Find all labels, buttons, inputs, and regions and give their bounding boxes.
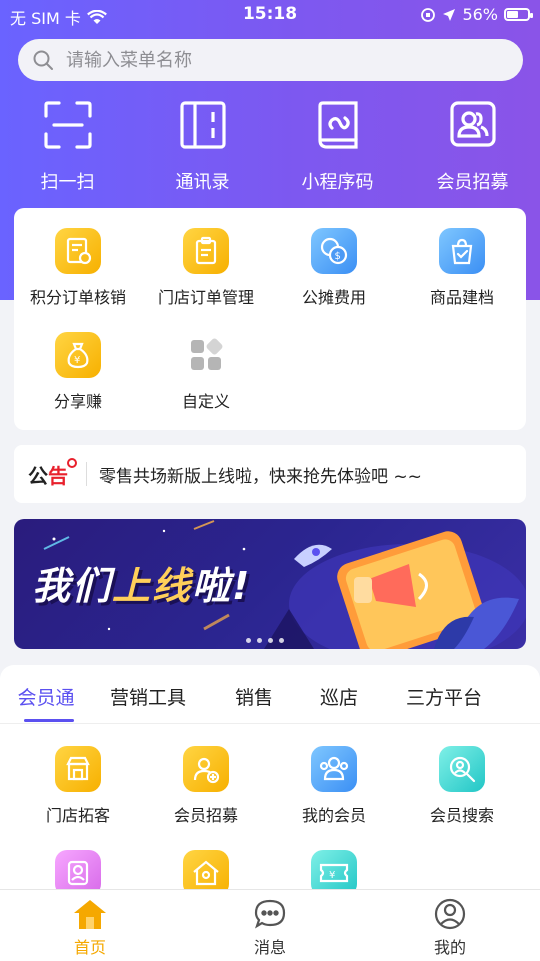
feature-tabs: 会员通 营销工具 销售 巡店 三方平台 — [0, 665, 540, 724]
search-bar[interactable] — [18, 39, 523, 81]
announcement-bar[interactable]: 公告 零售共场新版上线啦，快来抢先体验吧 ~~ — [14, 445, 526, 503]
quick-menu-panel: 积分订单核销 门店订单管理 $ 公摊费用 商品建档 ¥ 分享赚 自定义 — [14, 208, 526, 430]
tab-third-party[interactable]: 三方平台 — [374, 665, 514, 723]
tab-home-label: 首页 — [73, 938, 106, 957]
banner-pagination[interactable] — [246, 638, 284, 643]
battery-icon — [504, 8, 533, 21]
promo-banner[interactable]: 我们上线啦! — [14, 519, 526, 649]
feature-tabs-section: 会员通 营销工具 销售 巡店 三方平台 门店拓客 会员招募 我的会员 会员搜索 … — [0, 665, 540, 896]
bottom-tab-bar: 首页 消息 我的 — [0, 889, 540, 961]
coins-icon: $ — [311, 228, 357, 274]
orientation-lock-icon — [421, 7, 436, 22]
pagination-dot[interactable] — [268, 638, 273, 643]
member-recruit-item[interactable]: 会员招募 — [142, 724, 270, 828]
member-recruit-label: 会员招募 — [436, 172, 509, 193]
tab-home[interactable]: 首页 — [0, 890, 180, 961]
tab-messages[interactable]: 消息 — [180, 890, 360, 961]
scan-label: 扫一扫 — [40, 172, 95, 193]
tab-profile[interactable]: 我的 — [360, 890, 540, 961]
message-icon — [254, 899, 286, 929]
member-recruit-item-label: 会员招募 — [173, 806, 238, 825]
svg-text:¥: ¥ — [74, 355, 80, 366]
money-bag-icon: ¥ — [55, 332, 101, 378]
scan-icon — [43, 101, 92, 149]
shared-cost-label: 公摊费用 — [301, 288, 366, 307]
top-shortcuts: 扫一扫 通讯录 小程序码 会员招募 — [0, 100, 540, 200]
mini-program-label: 小程序码 — [301, 172, 374, 193]
product-archive-item[interactable]: 商品建档 — [398, 208, 526, 312]
mini-program-button[interactable]: 小程序码 — [270, 100, 405, 200]
contacts-label: 通讯录 — [175, 172, 230, 193]
store-expand-label: 门店拓客 — [45, 806, 110, 825]
tab-marketing-tools[interactable]: 营销工具 — [92, 665, 204, 723]
contacts-book-icon — [179, 101, 226, 149]
store-icon — [55, 746, 101, 792]
members-group-icon — [311, 746, 357, 792]
my-members-item[interactable]: 我的会员 — [270, 724, 398, 828]
customize-item[interactable]: 自定义 — [142, 312, 270, 416]
svg-text:¥: ¥ — [329, 870, 335, 881]
battery-percent: 56% — [462, 5, 498, 24]
tab-sales[interactable]: 销售 — [204, 665, 304, 723]
mini-program-icon — [317, 101, 358, 149]
pagination-dot[interactable] — [257, 638, 262, 643]
search-icon — [33, 50, 53, 70]
search-input[interactable] — [64, 48, 468, 72]
announcement-divider — [86, 462, 87, 486]
announcement-tag-highlight: 告 — [48, 463, 68, 488]
my-members-label: 我的会员 — [301, 806, 366, 825]
member-search-label: 会员搜索 — [429, 806, 494, 825]
tab-profile-label: 我的 — [433, 938, 466, 957]
add-member-icon — [183, 746, 229, 792]
banner-title-highlight: 上线 — [112, 564, 193, 608]
points-order-icon — [55, 228, 101, 274]
svg-text:$: $ — [335, 251, 341, 262]
tab-store-inspection[interactable]: 巡店 — [304, 665, 374, 723]
share-earn-item[interactable]: ¥ 分享赚 — [14, 312, 142, 416]
store-expand-item[interactable]: 门店拓客 — [14, 724, 142, 828]
shared-cost-item[interactable]: $ 公摊费用 — [270, 208, 398, 312]
member-search-icon — [439, 746, 485, 792]
home-icon — [74, 900, 106, 929]
member-search-item[interactable]: 会员搜索 — [398, 724, 526, 828]
contacts-button[interactable]: 通讯录 — [135, 100, 270, 200]
clipboard-icon — [183, 228, 229, 274]
store-order-manage-item[interactable]: 门店订单管理 — [142, 208, 270, 312]
member-recruit-icon — [449, 101, 496, 147]
scan-button[interactable]: 扫一扫 — [0, 100, 135, 200]
product-archive-label: 商品建档 — [429, 288, 494, 307]
location-icon — [443, 8, 456, 21]
customize-label: 自定义 — [181, 392, 230, 411]
store-order-label: 门店订单管理 — [157, 288, 254, 307]
member-recruit-shortcut[interactable]: 会员招募 — [405, 100, 540, 200]
announcement-tag: 公告 — [28, 457, 77, 489]
profile-icon — [434, 898, 466, 930]
banner-title-part1: 我们 — [32, 564, 113, 608]
banner-title-part2: 啦! — [192, 564, 252, 608]
tab-messages-label: 消息 — [253, 938, 286, 957]
shopping-bag-icon — [439, 228, 485, 274]
points-order-verify-item[interactable]: 积分订单核销 — [14, 208, 142, 312]
status-bar: 无 SIM 卡 15:18 56% — [0, 0, 540, 30]
announcement-text: 零售共场新版上线啦，快来抢先体验吧 ~~ — [99, 466, 422, 487]
points-order-label: 积分订单核销 — [29, 288, 126, 307]
active-tab-indicator — [24, 719, 74, 722]
tab-member[interactable]: 会员通 — [0, 665, 92, 723]
announcement-tag-prefix: 公 — [28, 463, 48, 488]
pagination-dot[interactable] — [279, 638, 284, 643]
banner-title: 我们上线啦! — [32, 555, 251, 610]
custom-grid-icon — [183, 332, 229, 378]
share-earn-label: 分享赚 — [53, 392, 102, 411]
pagination-dot[interactable] — [246, 638, 251, 643]
